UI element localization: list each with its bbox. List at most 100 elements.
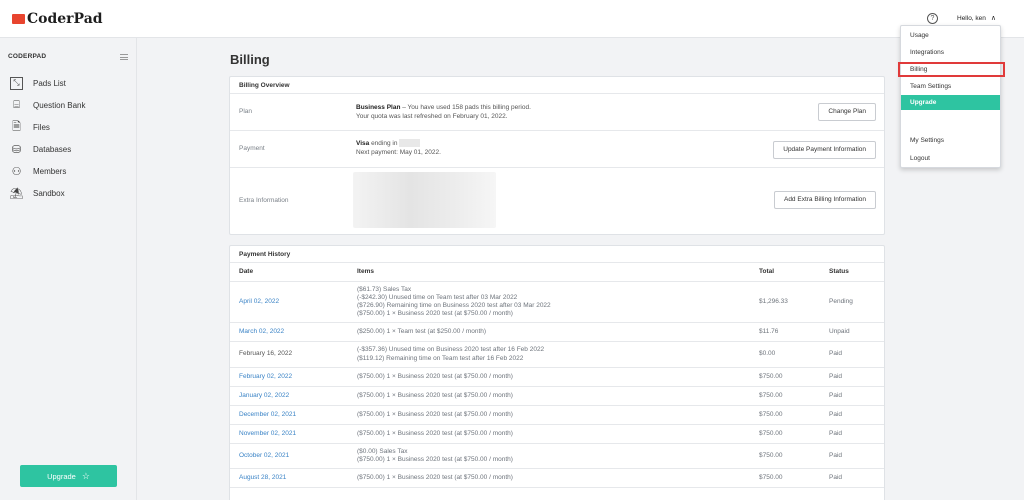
invoice-line-item: (-$357.36) Unused time on Business 2020 … (357, 346, 545, 354)
invoice-status: Paid (829, 468, 884, 489)
invoice-status: Paid (829, 443, 884, 470)
payment-details: Visa ending in Next payment: May 01, 202… (356, 139, 441, 157)
invoice-line-item: ($119.12) Remaining time on Team test af… (357, 354, 524, 362)
sidebar-item-label: Files (33, 122, 50, 132)
payment-history-table: Date Items Total Status April 02, 2022 ($… (230, 263, 884, 489)
table-row: February 16, 2022 (-$357.36) Unused time … (230, 341, 884, 368)
invoice-total: $750.00 (759, 468, 829, 489)
payment-label: Payment (239, 145, 265, 152)
column-header-items: Items (357, 263, 759, 282)
card-text: ending in (369, 140, 400, 147)
invoice-total: $750.00 (759, 367, 829, 387)
sidebar-item-sandbox[interactable]: ⛱ Sandbox (0, 182, 137, 204)
invoice-line-item: ($750.00) 1 × Business 2020 test (at $75… (357, 372, 513, 380)
invoice-total: $1,296.33 (759, 281, 829, 324)
sandbox-icon: ⛱ (9, 187, 24, 200)
update-payment-button[interactable]: Update Payment Information (773, 141, 876, 159)
table-row: April 02, 2022 ($61.73) Sales Tax (-$242.3… (230, 281, 884, 324)
invoice-date-link[interactable]: November 02, 2021 (230, 424, 357, 444)
sidebar-item-members[interactable]: ⚇ Members (0, 160, 137, 182)
invoice-items: (-$357.36) Unused time on Business 2020 … (357, 341, 759, 368)
file-icon: 🗎 (12, 120, 21, 133)
invoice-status: Paid (829, 386, 884, 406)
plan-label: Plan (239, 108, 253, 115)
menu-item-integrations[interactable]: Integrations (901, 45, 1000, 60)
invoice-date-link[interactable]: April 02, 2022 (230, 281, 357, 324)
invoice-total: $750.00 (759, 443, 829, 470)
column-header-date: Date (230, 263, 357, 282)
sidebar-item-label: Question Bank (33, 100, 86, 110)
invoice-line-item: ($750.00) 1 × Business 2020 test (at $75… (357, 474, 513, 482)
sidebar-item-label: Sandbox (33, 188, 65, 198)
invoice-items: ($750.00) 1 × Business 2020 test (at $75… (357, 405, 759, 425)
invoice-items: ($61.73) Sales Tax (-$242.30) Unused time… (357, 281, 759, 324)
invoice-line-item: ($750.00) 1 × Business 2020 test (at $75… (357, 391, 513, 399)
invoice-status: Paid (829, 405, 884, 425)
table-row: August 28, 2021 ($750.00) 1 × Business 20… (230, 468, 884, 489)
card-title: Payment History (230, 246, 884, 263)
logo-mark-icon (12, 14, 25, 24)
sidebar-item-pads-list[interactable]: ⤡ Pads List (0, 72, 137, 94)
card-brand: Visa (356, 140, 370, 147)
menu-item-usage[interactable]: Usage (901, 28, 1000, 43)
payment-history-card: Payment History Date Items Total Status … (229, 245, 885, 500)
menu-item-upgrade[interactable]: Upgrade (901, 95, 1000, 110)
sidebar-item-databases[interactable]: ⛁ Databases (0, 138, 137, 160)
chevron-up-icon: ∧ (990, 15, 997, 22)
invoice-items: ($750.00) 1 × Business 2020 test (at $75… (357, 468, 759, 489)
invoice-date-link[interactable]: March 02, 2022 (230, 322, 357, 343)
extra-info-label: Extra Information (239, 197, 289, 204)
top-bar: CoderPad ? Hello, ken ∧ (0, 0, 1024, 38)
menu-item-logout[interactable]: Logout (901, 151, 1000, 166)
star-icon: ☆ (81, 470, 90, 481)
invoice-line-item: (-$242.30) Unused time on Team test afte… (357, 293, 518, 301)
user-menu[interactable]: Hello, ken ∧ (957, 14, 997, 23)
members-icon: ⚇ (11, 165, 22, 178)
invoice-items: ($0.00) Sales Tax ($750.00) 1 × Business … (357, 443, 759, 470)
invoice-total: $11.76 (759, 322, 829, 343)
invoice-line-item: ($750.00) 1 × Business 2020 test (at $75… (357, 455, 513, 463)
upgrade-button[interactable]: Upgrade ☆ (20, 465, 117, 487)
invoice-date-link[interactable]: October 02, 2021 (230, 443, 357, 470)
upgrade-label: Upgrade (47, 471, 76, 481)
invoice-line-item: ($61.73) Sales Tax (357, 285, 412, 293)
invoice-date-link[interactable]: August 28, 2021 (230, 468, 357, 489)
invoice-items: ($250.00) 1 × Team test (at $250.00 / mo… (357, 322, 759, 343)
invoice-total: $750.00 (759, 386, 829, 406)
table-row: February 02, 2022 ($750.00) 1 × Business … (230, 367, 884, 387)
invoice-date-link[interactable]: January 02, 2022 (230, 386, 357, 406)
payment-history-rows: April 02, 2022 ($61.73) Sales Tax (-$242.3… (230, 281, 884, 489)
invoice-date: February 16, 2022 (230, 341, 357, 368)
menu-item-my-settings[interactable]: My Settings (901, 133, 1000, 148)
database-icon: ⛁ (11, 143, 22, 156)
column-header-status: Status (829, 263, 884, 282)
invoice-items: ($750.00) 1 × Business 2020 test (at $75… (357, 386, 759, 406)
add-extra-billing-button[interactable]: Add Extra Billing Information (773, 191, 876, 209)
collapse-sidebar-icon[interactable] (120, 54, 128, 60)
menu-item-team-settings[interactable]: Team Settings (901, 79, 1000, 94)
invoice-date-link[interactable]: December 02, 2021 (230, 405, 357, 425)
invoice-status: Unpaid (829, 322, 884, 343)
invoice-line-item: ($0.00) Sales Tax (357, 447, 408, 455)
next-payment: Next payment: May 01, 2022. (356, 149, 441, 156)
invoice-line-item: ($750.00) 1 × Business 2020 test (at $75… (357, 429, 513, 437)
change-plan-button[interactable]: Change Plan (818, 103, 876, 121)
sidebar: CODERPAD ⤡ Pads List ⌸ Question Bank 🗎 F… (0, 38, 137, 500)
invoice-date-link[interactable]: February 02, 2022 (230, 367, 357, 387)
question-bank-icon: ⌸ (13, 98, 20, 111)
invoice-total: $750.00 (759, 405, 829, 425)
plan-row: Plan Business Plan – You have used 158 p… (230, 94, 884, 131)
help-icon[interactable]: ? (927, 13, 938, 24)
invoice-items: ($750.00) 1 × Business 2020 test (at $75… (357, 367, 759, 387)
billing-overview-card: Billing Overview Plan Business Plan – Yo… (229, 76, 885, 235)
table-row: March 02, 2022 ($250.00) 1 × Team test (a… (230, 322, 884, 343)
logo-text: CoderPad (27, 11, 103, 27)
sidebar-item-files[interactable]: 🗎 Files (0, 116, 137, 138)
plan-details: Business Plan – You have used 158 pads t… (356, 103, 531, 121)
sidebar-item-question-bank[interactable]: ⌸ Question Bank (0, 94, 137, 116)
plan-name: Business Plan (356, 104, 401, 111)
menu-item-billing[interactable]: Billing (898, 62, 1005, 77)
logo[interactable]: CoderPad (12, 11, 103, 27)
column-header-total: Total (759, 263, 829, 282)
plan-refresh: Your quota was last refreshed on Februar… (356, 113, 508, 120)
